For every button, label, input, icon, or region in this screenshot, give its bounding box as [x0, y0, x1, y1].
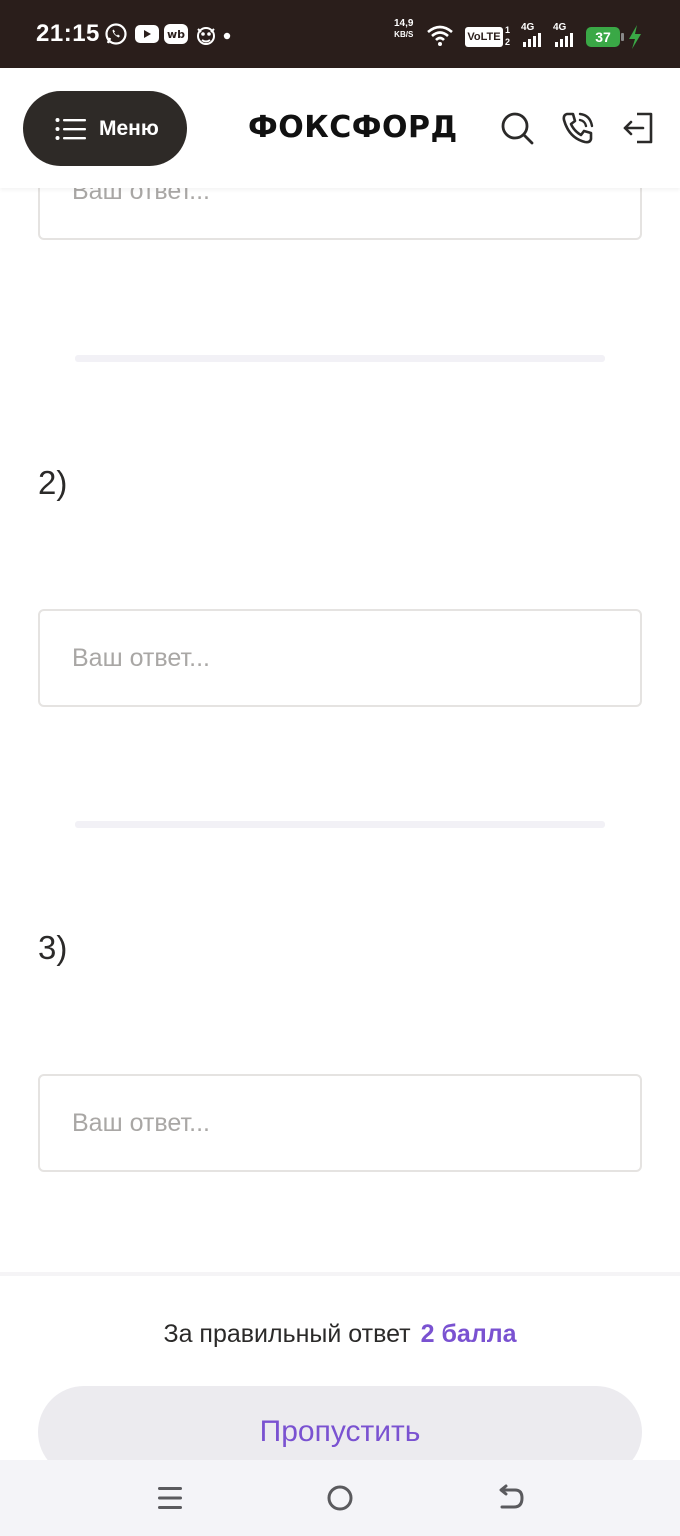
- search-icon[interactable]: [499, 110, 535, 146]
- net-speed: 14,9 KB/S: [394, 18, 413, 40]
- phone-icon[interactable]: [560, 110, 596, 146]
- net-speed-unit: KB/S: [394, 30, 414, 39]
- volte-badge: VoLTE: [465, 27, 503, 47]
- youtube-icon: [135, 25, 159, 43]
- answer-input-2[interactable]: [38, 609, 642, 707]
- whatsapp-icon: [105, 23, 127, 45]
- system-nav-bar: [0, 1460, 680, 1536]
- question-label-2: 2): [38, 464, 68, 501]
- menu-icon: [55, 117, 86, 140]
- signal-icon: [555, 33, 573, 47]
- logo[interactable]: ФОКСФОРД: [248, 110, 458, 145]
- divider: [75, 355, 605, 362]
- battery-indicator: 37: [586, 27, 620, 47]
- question-label-3: 3): [38, 929, 68, 966]
- answer-footer: За правильный ответ 2 балла Пропустить: [0, 1272, 680, 1478]
- menu-button[interactable]: Меню: [23, 91, 187, 166]
- game-icon: [197, 27, 215, 45]
- status-bar: 21:15 wb 14,9 KB/S VoLTE 12 4G 4G 37: [0, 0, 680, 68]
- dot-icon: [223, 32, 231, 40]
- menu-label: Меню: [99, 116, 159, 140]
- signal-icon: [523, 33, 541, 47]
- points-value: 2 балла: [420, 1320, 517, 1348]
- login-icon[interactable]: [621, 110, 657, 146]
- recents-icon[interactable]: [154, 1482, 186, 1514]
- back-icon[interactable]: [494, 1482, 526, 1514]
- status-time: 21:15: [36, 20, 100, 47]
- svg-text:wb: wb: [167, 28, 185, 41]
- battery-cap: [621, 33, 624, 41]
- home-icon[interactable]: [324, 1482, 356, 1514]
- wb-icon: wb: [164, 24, 188, 44]
- points-info: За правильный ответ 2 балла: [0, 1320, 680, 1349]
- divider: [75, 821, 605, 828]
- points-text: За правильный ответ: [163, 1320, 411, 1348]
- site-header: Меню ФОКСФОРД: [0, 68, 680, 188]
- sim-indicators: 12: [505, 25, 511, 47]
- answer-input-3[interactable]: [38, 1074, 642, 1172]
- sim1-label: 4G: [521, 22, 535, 33]
- sim2-label: 4G: [553, 22, 567, 33]
- net-speed-value: 14,9: [394, 18, 414, 29]
- charging-icon: [629, 25, 641, 49]
- wifi-icon: [427, 25, 453, 46]
